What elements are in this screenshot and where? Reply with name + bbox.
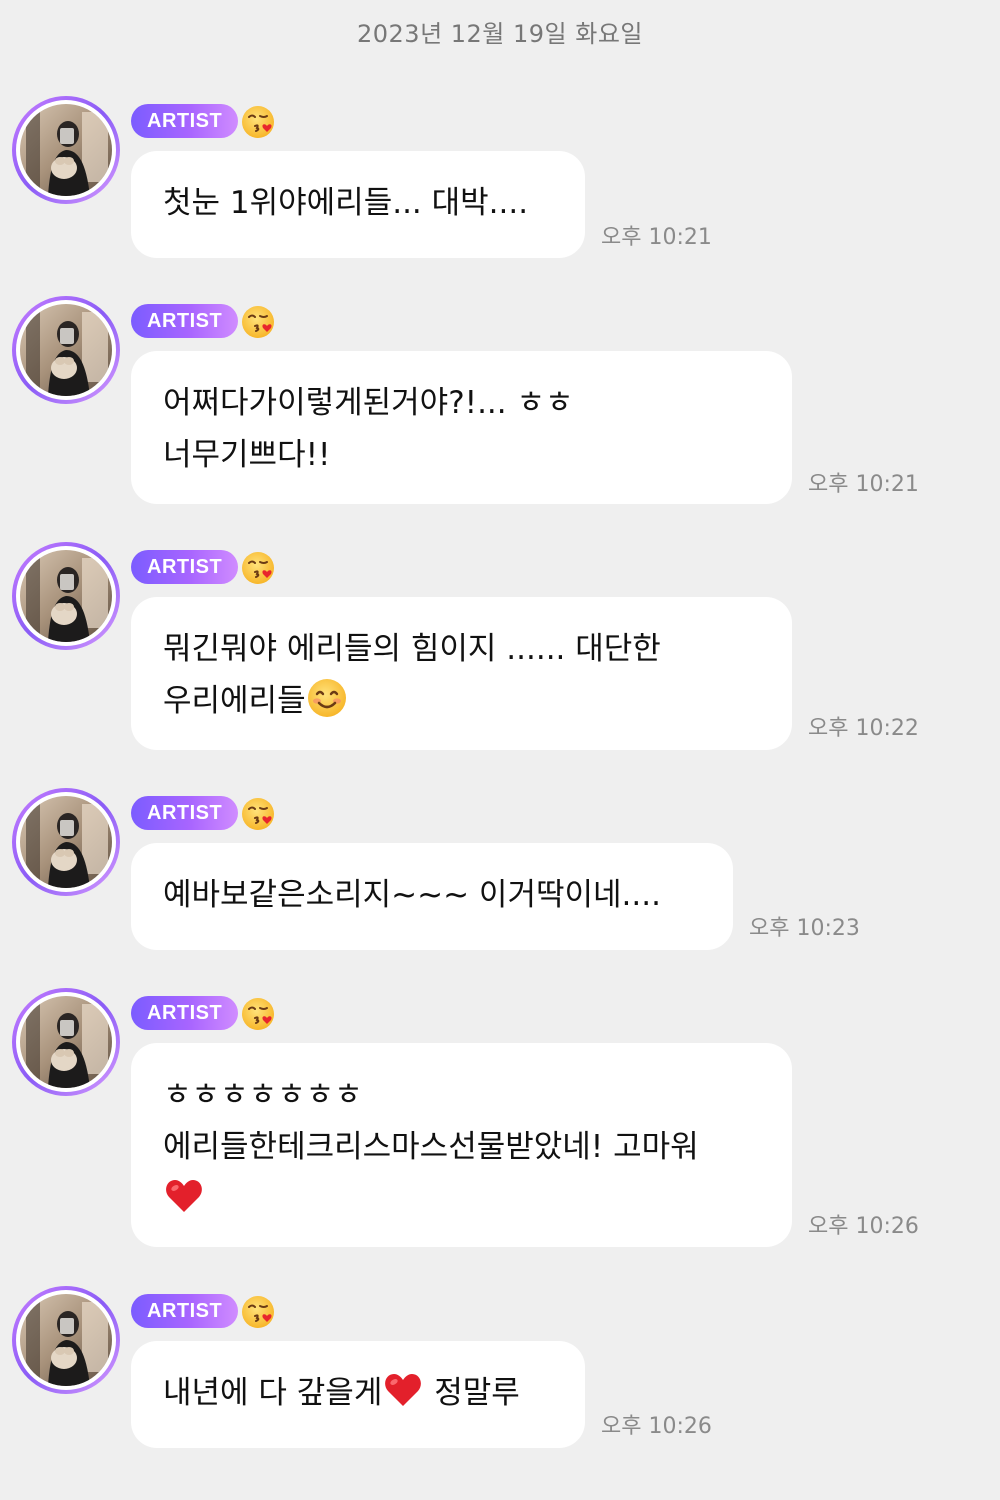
artist-badge: ARTIST bbox=[131, 550, 239, 584]
message-timestamp: 오후 10:21 bbox=[808, 472, 919, 497]
face-blowing-kiss-icon bbox=[240, 304, 276, 340]
message-bubble[interactable]: ㅎㅎㅎㅎㅎㅎㅎ 에리들한테크리스마스선물받았네! 고마워 bbox=[131, 1043, 792, 1247]
message-text-line: ㅎㅎㅎㅎㅎㅎㅎ bbox=[163, 1077, 363, 1113]
artist-profile-photo bbox=[20, 104, 112, 196]
message-bubble[interactable]: 뭐긴뭐야 에리들의 힘이지 ...... 대단한 우리에리들 bbox=[131, 597, 792, 750]
message-text-fragment: 우리에리들 bbox=[163, 683, 306, 719]
avatar[interactable] bbox=[12, 788, 120, 896]
artist-badge: ARTIST bbox=[131, 1294, 239, 1328]
avatar[interactable] bbox=[12, 96, 120, 204]
face-blowing-kiss-icon bbox=[240, 104, 276, 140]
artist-profile-photo bbox=[20, 550, 112, 642]
date-header: 2023년 12월 19일 화요일 bbox=[356, 20, 644, 48]
artist-badge: ARTIST bbox=[131, 796, 239, 830]
face-blowing-kiss-icon bbox=[240, 550, 276, 586]
avatar[interactable] bbox=[12, 542, 120, 650]
message-text-line: 내년에 다 갚을게 정말루 bbox=[163, 1367, 553, 1419]
artist-badge: ARTIST bbox=[131, 996, 239, 1030]
artist-badge: ARTIST bbox=[131, 304, 239, 338]
face-blowing-kiss-icon bbox=[240, 996, 276, 1032]
artist-profile-photo bbox=[20, 1294, 112, 1386]
face-blowing-kiss-icon bbox=[240, 1294, 276, 1330]
message-text-line: 뭐긴뭐야 에리들의 힘이지 ...... 대단한 bbox=[163, 631, 661, 667]
artist-profile-photo bbox=[20, 996, 112, 1088]
message-text-fragment: 내년에 다 갚을게 bbox=[163, 1375, 383, 1411]
message-bubble[interactable]: 내년에 다 갚을게 정말루 bbox=[131, 1341, 585, 1448]
message-bubble[interactable]: 어쩌다가이렇게된거야?!... ㅎㅎ 너무기쁘다!! bbox=[131, 351, 792, 504]
message-timestamp: 오후 10:26 bbox=[808, 1214, 919, 1239]
message-timestamp: 오후 10:26 bbox=[601, 1414, 712, 1439]
avatar[interactable] bbox=[12, 1286, 120, 1394]
message-text-line: 어쩌다가이렇게된거야?!... ㅎㅎ bbox=[163, 385, 574, 421]
message-timestamp: 오후 10:23 bbox=[749, 916, 860, 941]
artist-profile-photo bbox=[20, 796, 112, 888]
avatar[interactable] bbox=[12, 988, 120, 1096]
message-text-line bbox=[163, 1173, 760, 1225]
red-heart-icon bbox=[163, 1175, 205, 1217]
message-text-line: 너무기쁘다!! bbox=[163, 437, 331, 473]
message-timestamp: 오후 10:22 bbox=[808, 716, 919, 741]
red-heart-icon bbox=[382, 1369, 424, 1411]
smiling-face-icon bbox=[306, 677, 348, 719]
message-timestamp: 오후 10:21 bbox=[601, 225, 712, 250]
artist-badge: ARTIST bbox=[131, 104, 239, 138]
message-bubble[interactable]: 첫눈 1위야에리들... 대박.... bbox=[131, 151, 585, 258]
message-text-line: 에리들한테크리스마스선물받았네! 고마워 bbox=[163, 1129, 699, 1165]
avatar[interactable] bbox=[12, 296, 120, 404]
message-bubble[interactable]: 예바보같은소리지~~~ 이거딱이네.... bbox=[131, 843, 733, 950]
message-text: 첫눈 1위야에리들... 대박.... bbox=[163, 185, 529, 221]
face-blowing-kiss-icon bbox=[240, 796, 276, 832]
message-text-fragment: 정말루 bbox=[434, 1375, 520, 1411]
message-text-line: 우리에리들 bbox=[163, 675, 760, 727]
artist-profile-photo bbox=[20, 304, 112, 396]
message-text: 예바보같은소리지~~~ 이거딱이네.... bbox=[163, 877, 661, 913]
